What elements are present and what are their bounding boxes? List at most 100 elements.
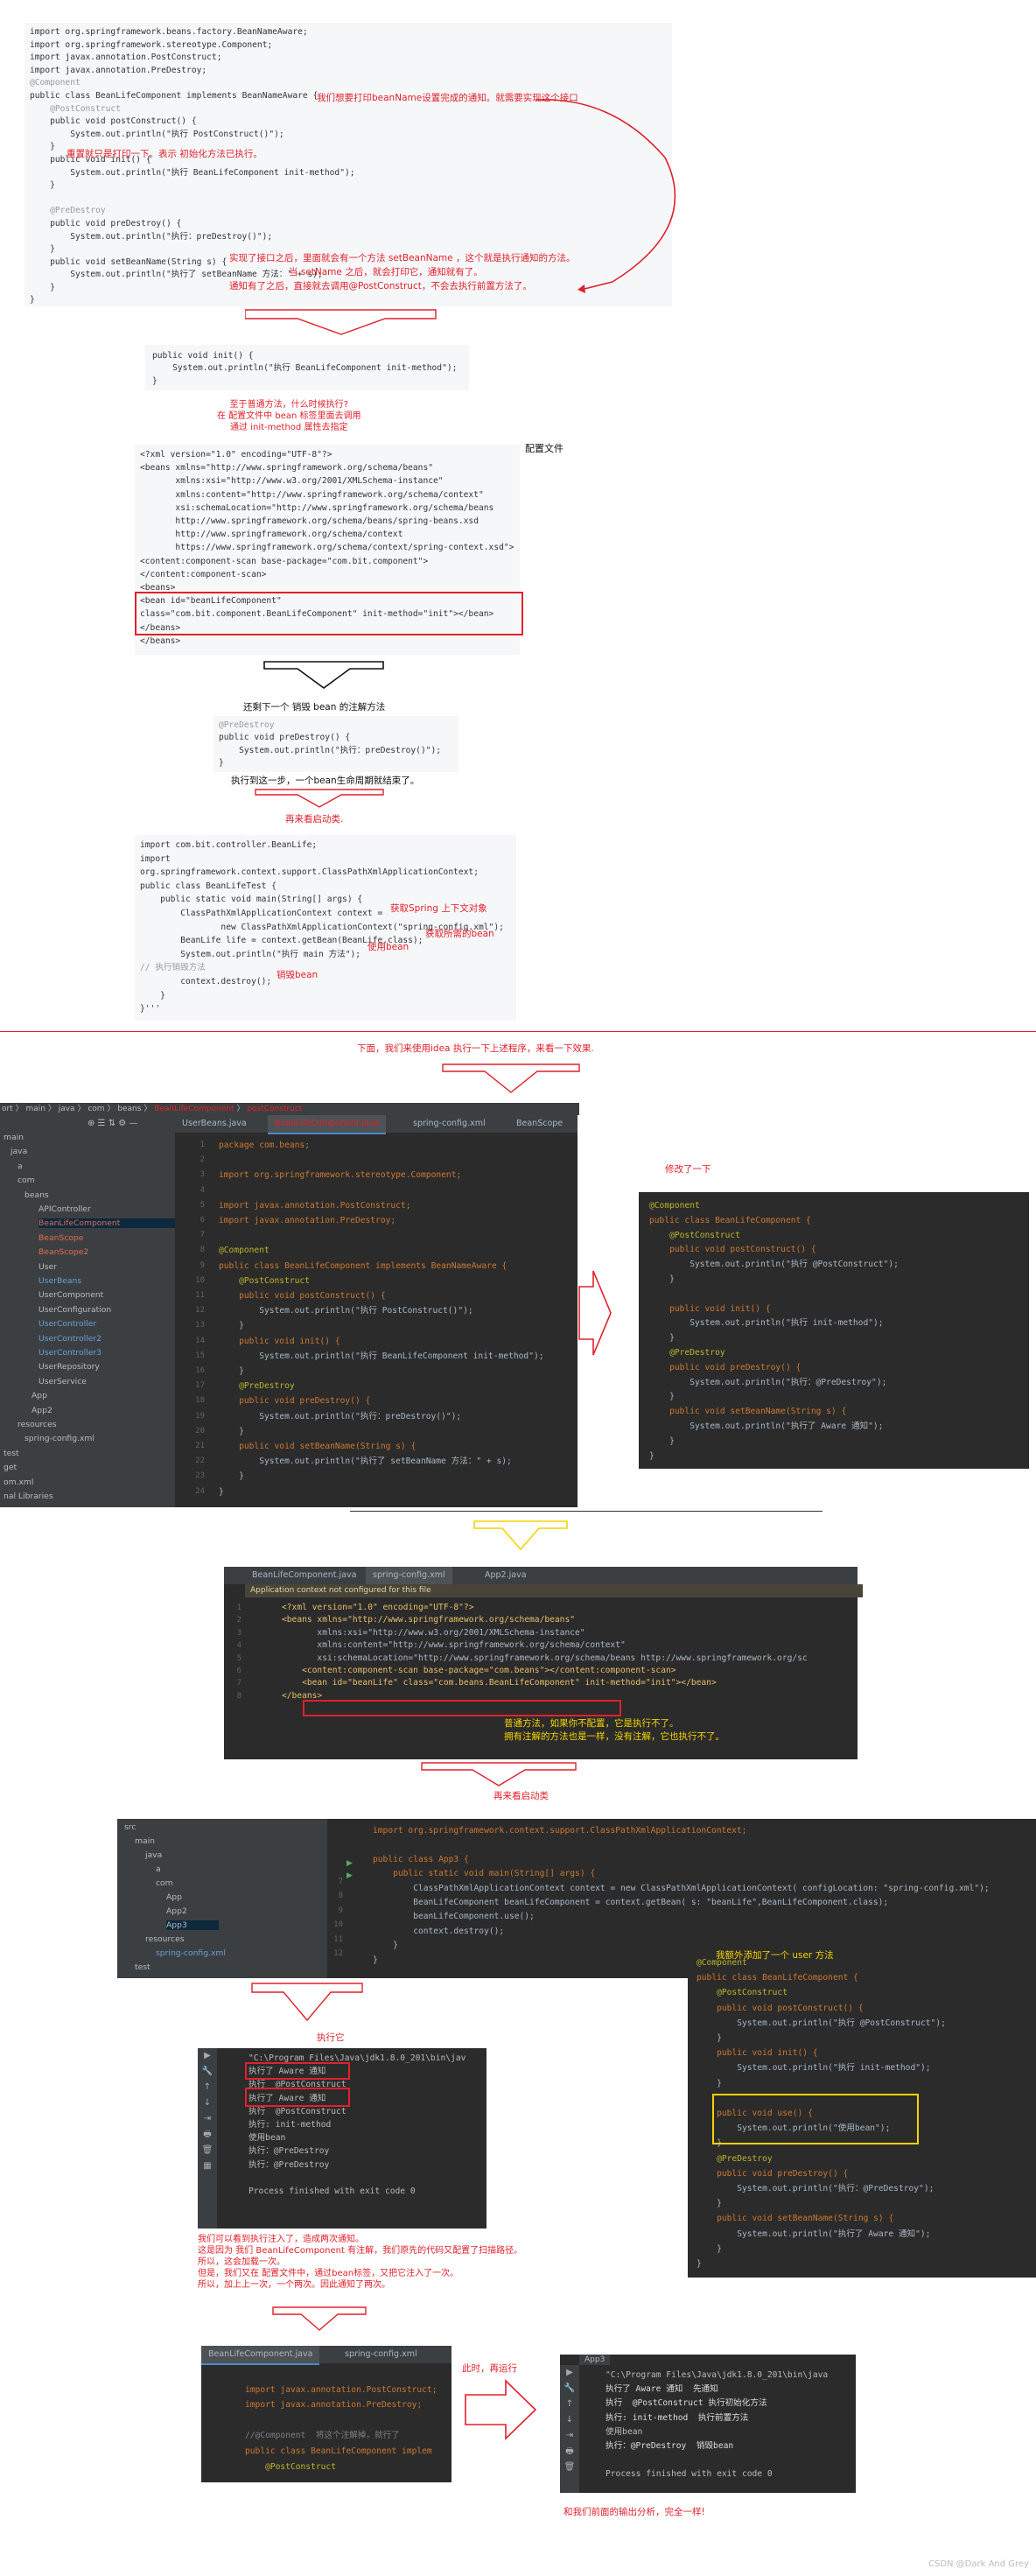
tree-item[interactable]: resources bbox=[145, 1934, 185, 1944]
restart-caption: 再来看启动类. bbox=[285, 814, 344, 825]
line-number: 6 bbox=[200, 1216, 205, 1225]
xml-code: <?xml version="1.0" encoding="UTF-8"?> <b… bbox=[282, 1602, 808, 1702]
code-line: @PostConstruct bbox=[649, 1230, 740, 1240]
line-number: 18 bbox=[195, 1396, 205, 1406]
tree-item[interactable]: om.xml bbox=[4, 1478, 33, 1487]
tree-item[interactable]: spring-config.xml bbox=[24, 1434, 94, 1443]
line-number: 20 bbox=[195, 1426, 205, 1435]
tree-item[interactable]: User bbox=[38, 1262, 57, 1272]
tree-item[interactable]: App bbox=[32, 1391, 47, 1400]
tab-spring-config-4[interactable]: spring-config.xml bbox=[338, 2346, 424, 2363]
commented-code: import javax.annotation.PostConstruct; im… bbox=[245, 2367, 438, 2474]
tab-spring-config[interactable]: spring-config.xml bbox=[406, 1115, 493, 1133]
code-line: import javax.annotation.PostConstruct; bbox=[245, 2384, 438, 2395]
line-number: 1 bbox=[200, 1141, 205, 1149]
tree-item[interactable]: UserController3 bbox=[38, 1348, 102, 1358]
tree-item[interactable]: get bbox=[4, 1463, 17, 1472]
modified-title: 修改了一下 bbox=[665, 1164, 711, 1175]
tree-item[interactable]: App2 bbox=[166, 1906, 187, 1916]
tree-item[interactable]: a bbox=[156, 1864, 161, 1874]
code-line: } bbox=[219, 1366, 244, 1377]
tree-item[interactable]: UserController2 bbox=[38, 1334, 102, 1344]
code-line: @PostConstruct bbox=[696, 1988, 788, 1998]
code-line: xmlns:xsi="http://www.w3.org/2001/XMLSch… bbox=[140, 476, 444, 487]
tree-item[interactable]: test bbox=[4, 1449, 19, 1458]
tree-item[interactable]: UserConfiguration bbox=[38, 1305, 111, 1315]
aware-highlight-2 bbox=[245, 2088, 350, 2107]
code-line: public void preDestroy() { bbox=[696, 2168, 849, 2179]
tree-item[interactable]: UserService bbox=[38, 1377, 87, 1386]
tab-app2[interactable]: App2.java bbox=[478, 1567, 534, 1584]
tree-item[interactable]: nal Libraries bbox=[4, 1492, 53, 1501]
tab-userbeans[interactable]: UserBeans.java bbox=[175, 1115, 254, 1133]
tree-item[interactable]: main bbox=[4, 1133, 24, 1142]
code-line: public void init() { bbox=[219, 1336, 340, 1346]
tree-item[interactable]: java bbox=[10, 1147, 27, 1156]
code-line: public void postConstruct() { bbox=[696, 2003, 864, 2013]
code-line: 执行 @PostConstruct 执行初始化方法 bbox=[606, 2398, 767, 2409]
run-tab[interactable]: App3 bbox=[579, 2355, 611, 2365]
ide-window-2: BeanLifeComponent.java spring-config.xml… bbox=[224, 1567, 863, 1759]
code-line: public class BeanLifeComponent { bbox=[696, 1973, 858, 1983]
tree-item[interactable]: a bbox=[18, 1162, 23, 1171]
tree-item[interactable]: BeanScope bbox=[38, 1233, 83, 1243]
tree-item[interactable]: resources bbox=[18, 1420, 57, 1429]
line-number: 8 bbox=[236, 1691, 242, 1701]
code-line: } bbox=[649, 1274, 675, 1284]
tree-item[interactable]: beans bbox=[24, 1190, 49, 1200]
ide-window-4: BeanLifeComponent.java spring-config.xml… bbox=[201, 2346, 452, 2482]
tree-item[interactable]: com bbox=[18, 1176, 35, 1185]
code-line: 使用bean bbox=[248, 2133, 286, 2144]
tree-item[interactable]: spring-config.xml bbox=[156, 1948, 226, 1958]
line-number: 15 bbox=[195, 1351, 205, 1360]
tree-item[interactable]: APIController bbox=[38, 1204, 91, 1214]
tree-item[interactable]: BeanScope2 bbox=[38, 1247, 88, 1257]
code-line: } bbox=[219, 1471, 244, 1482]
code-line: xsi:schemaLocation="http://www.springfra… bbox=[140, 502, 494, 513]
tree-item[interactable]: java bbox=[145, 1850, 162, 1860]
code-line: <?xml version="1.0" encoding="UTF-8"?> bbox=[140, 450, 332, 460]
tree-item[interactable]: src bbox=[124, 1822, 136, 1832]
code-line: System.out.println("执行 @PostConstruct"); bbox=[649, 1260, 899, 1270]
config-file-title: 配置文件 bbox=[525, 443, 564, 454]
code-line: Process finished with exit code 0 bbox=[248, 2186, 416, 2197]
tree-item[interactable]: App3 bbox=[166, 1920, 219, 1930]
code-line: System.out.println("执行：preDestroy()"); bbox=[219, 745, 442, 755]
line-number: 7 bbox=[236, 1679, 242, 1688]
tree-item[interactable]: App bbox=[166, 1892, 182, 1902]
code-line: public void init() { bbox=[152, 351, 254, 361]
tree-item[interactable]: UserRepository bbox=[38, 1362, 100, 1372]
anno-destroy: 销毁bean bbox=[276, 970, 318, 980]
line-number: 8 bbox=[338, 1892, 343, 1901]
code-line: 执行：@PreDestroy bbox=[248, 2146, 330, 2157]
code-line: @PreDestroy bbox=[649, 1347, 725, 1358]
tree-item[interactable]: com bbox=[156, 1878, 173, 1888]
tab-spring-config-2[interactable]: spring-config.xml bbox=[366, 1567, 452, 1586]
anno-unconfigured: 普通方法，如果你不配置，它是执行不了。 拥有注解的方法也是一样，没有注解，它也执… bbox=[504, 1718, 724, 1742]
tree-item[interactable]: main bbox=[135, 1836, 155, 1846]
tree-item[interactable]: UserBeans bbox=[38, 1276, 81, 1286]
code-line: public static void main(String[] args) { bbox=[373, 1869, 596, 1879]
run-label: 执行它 bbox=[317, 2032, 345, 2043]
code-line: public void setBeanName(String s) { bbox=[649, 1407, 847, 1417]
code-line: import org.springframework.stereotype.Co… bbox=[219, 1170, 462, 1181]
tab-beanlifecomponent-4[interactable]: BeanLifeComponent.java bbox=[201, 2346, 320, 2365]
tab-beanscope[interactable]: BeanScope bbox=[509, 1115, 570, 1133]
context-warning-banner: Application context not configured for t… bbox=[245, 1584, 863, 1597]
code-line: @PreDestroy bbox=[696, 2153, 773, 2164]
line-number: 21 bbox=[195, 1442, 205, 1451]
code-line: <beans xmlns="http://www.springframework… bbox=[282, 1615, 576, 1625]
tab-beanlifecomponent[interactable]: BeanLifeComponent.java bbox=[268, 1115, 387, 1134]
app3-code: import org.springframework.context.suppo… bbox=[373, 1824, 990, 1968]
code-line: import javax.annotation.PostConstruct; bbox=[219, 1200, 411, 1211]
code-line: 执行：@PreDestroy bbox=[248, 2159, 330, 2170]
tree-item[interactable]: UserController bbox=[38, 1319, 96, 1329]
tree-item[interactable]: test bbox=[135, 1962, 150, 1972]
tree-item[interactable]: UserComponent bbox=[38, 1290, 103, 1300]
tab-beanlifecomponent-2[interactable]: BeanLifeComponent.java bbox=[245, 1567, 363, 1584]
tree-item[interactable]: BeanLifeComponent bbox=[38, 1218, 175, 1229]
code-line: public class BeanLifeComponent implement… bbox=[219, 1260, 508, 1271]
code-line: import javax.annotation.PreDestroy; bbox=[245, 2400, 423, 2411]
tree-item[interactable]: App2 bbox=[32, 1406, 52, 1415]
